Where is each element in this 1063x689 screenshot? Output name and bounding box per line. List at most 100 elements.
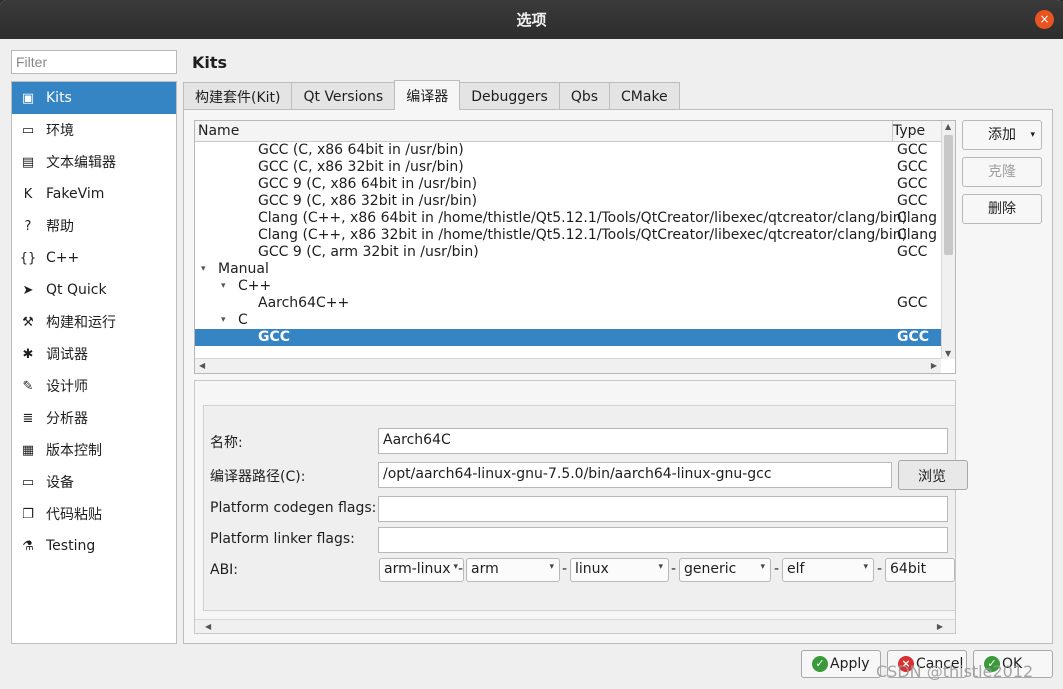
detail-horizontal-scrollbar[interactable]: ◀ ▶ — [195, 619, 955, 633]
scroll-left-icon[interactable]: ◀ — [199, 361, 205, 370]
abi-combo[interactable]: arm-linux ▾ — [379, 558, 464, 582]
tree-row-name: C — [238, 312, 248, 328]
sidebar-item[interactable]: K FakeVim — [12, 178, 176, 210]
tree-row[interactable]: Clang (C++, x86 32bit in /home/thistle/Q… — [195, 227, 941, 244]
compiler-tree: Name Type GCC (C, x86 64bit in /usr/bin)… — [194, 120, 956, 374]
tree-row-type: Clang — [897, 227, 938, 243]
tree-header: Name Type — [195, 121, 941, 142]
version-control-icon: ▦ — [21, 442, 35, 458]
apply-button[interactable]: ✓ Apply — [801, 650, 881, 678]
linker-flags-field[interactable] — [378, 527, 948, 553]
page-title: Kits — [192, 53, 228, 72]
sidebar-item[interactable]: ▦ 版本控制 — [12, 434, 176, 466]
tree-row[interactable]: Clang (C++, x86 64bit in /home/thistle/Q… — [195, 210, 941, 227]
close-icon[interactable]: × — [1035, 10, 1054, 29]
tab[interactable]: Qbs — [558, 82, 611, 110]
tab[interactable]: Qt Versions — [291, 82, 396, 110]
abi-combo[interactable]: arm ▾ — [466, 558, 560, 582]
abi-combo[interactable]: 64bit — [885, 558, 955, 582]
tree-horizontal-scrollbar[interactable]: ◀ ▶ — [195, 358, 941, 373]
sidebar-item[interactable]: ▭ 环境 — [12, 114, 176, 146]
tree-row-name: Clang (C++, x86 32bit in /home/thistle/Q… — [258, 227, 908, 243]
tree-row-name: Clang (C++, x86 64bit in /home/thistle/Q… — [258, 210, 908, 226]
abi-combo-value: 64bit — [890, 561, 927, 577]
abi-combo[interactable]: linux ▾ — [570, 558, 669, 582]
tab[interactable]: CMake — [609, 82, 680, 110]
sidebar-item-label: 代码粘贴 — [46, 507, 102, 523]
tree-row[interactable]: GCC (C, x86 64bit in /usr/bin) GCC — [195, 142, 941, 159]
compiler-path-field[interactable]: /opt/aarch64-linux-gnu-7.5.0/bin/aarch64… — [378, 462, 892, 488]
check-icon: ✓ — [812, 656, 828, 672]
clone-button[interactable]: 克隆 — [962, 157, 1042, 187]
sidebar-item-label: Kits — [46, 90, 72, 106]
abi-combo-value: arm-linux — [384, 561, 451, 577]
bug-icon: ✱ — [22, 346, 34, 362]
scroll-down-icon[interactable]: ▼ — [945, 349, 951, 358]
tree-row[interactable]: Aarch64C++ GCC — [195, 295, 941, 312]
sidebar-item[interactable]: ➤ Qt Quick — [12, 274, 176, 306]
tree-row-type: Clang — [897, 210, 938, 226]
abi-combo[interactable]: elf ▾ — [782, 558, 874, 582]
sidebar-item[interactable]: ? 帮助 — [12, 210, 176, 242]
expand-arrow-icon[interactable]: ▾ — [201, 261, 206, 278]
tree-row[interactable]: GCC GCC — [195, 329, 941, 346]
sidebar-item[interactable]: ✎ 设计师 — [12, 370, 176, 402]
tree-row[interactable]: ▾ C — [195, 312, 941, 329]
sidebar-item[interactable]: ≣ 分析器 — [12, 402, 176, 434]
codegen-flags-field[interactable] — [378, 496, 948, 522]
sidebar-item[interactable]: ❐ 代码粘贴 — [12, 498, 176, 530]
scroll-up-icon[interactable]: ▲ — [945, 122, 951, 131]
sidebar-item-label: Qt Quick — [46, 282, 107, 298]
sidebar-item[interactable]: ⚗ Testing — [12, 530, 176, 562]
tree-row[interactable]: ▾ C++ — [195, 278, 941, 295]
sidebar-item-label: 设备 — [46, 475, 74, 491]
tree-row[interactable]: GCC (C, x86 32bit in /usr/bin) GCC — [195, 159, 941, 176]
abi-combo[interactable]: generic ▾ — [679, 558, 771, 582]
add-button[interactable]: 添加 ▾ — [962, 120, 1042, 150]
abi-separator: - — [562, 561, 568, 577]
remove-button[interactable]: 删除 — [962, 194, 1042, 224]
browse-button[interactable]: 浏览 — [898, 460, 968, 490]
tab[interactable]: 构建套件(Kit) — [183, 82, 293, 110]
fakevim-icon: K — [23, 186, 33, 202]
tree-row-name: GCC (C, x86 32bit in /usr/bin) — [258, 159, 464, 175]
scroll-thumb[interactable] — [944, 135, 953, 255]
sidebar-item[interactable]: ✱ 调试器 — [12, 338, 176, 370]
filter-input[interactable] — [11, 50, 177, 74]
tree-row-type: GCC — [897, 176, 928, 192]
name-field[interactable]: Aarch64C — [378, 428, 948, 454]
sidebar-item-label: 帮助 — [46, 219, 74, 235]
sidebar-item[interactable]: ⚒ 构建和运行 — [12, 306, 176, 338]
tree-vertical-scrollbar[interactable]: ▲ ▼ — [941, 121, 955, 359]
sidebar-item[interactable]: ▭ 设备 — [12, 466, 176, 498]
expand-arrow-icon[interactable]: ▾ — [221, 278, 226, 295]
tab[interactable]: Debuggers — [459, 82, 560, 110]
chevron-down-icon: ▾ — [760, 562, 765, 572]
tree-row[interactable]: ▾ Manual — [195, 261, 941, 278]
tree-row-name: GCC — [258, 329, 291, 345]
hammer-icon: ⚒ — [22, 314, 34, 330]
pencil-icon: ✎ — [22, 378, 34, 394]
sidebar-item[interactable]: ▣ Kits — [12, 82, 176, 114]
sidebar-item[interactable]: ▤ 文本编辑器 — [12, 146, 176, 178]
column-header-type[interactable]: Type — [893, 123, 925, 139]
tab[interactable]: 编译器 — [394, 80, 461, 110]
tree-row[interactable]: GCC 9 (C, arm 32bit in /usr/bin) GCC — [195, 244, 941, 261]
expand-arrow-icon[interactable]: ▾ — [221, 312, 226, 329]
sidebar-item-label: 设计师 — [46, 379, 88, 395]
abi-combo-value: elf — [787, 561, 805, 577]
analyzer-icon: ≣ — [22, 410, 34, 426]
tree-row[interactable]: GCC 9 (C, x86 64bit in /usr/bin) GCC — [195, 176, 941, 193]
sidebar-item[interactable]: {} C++ — [12, 242, 176, 274]
abi-combo-value: generic — [684, 561, 737, 577]
scroll-right-icon[interactable]: ▶ — [937, 622, 943, 631]
device-icon: ▭ — [21, 474, 35, 490]
watermark: CSDN @thistle2012 — [876, 662, 1034, 681]
scroll-right-icon[interactable]: ▶ — [931, 361, 937, 370]
abi-combo-value: arm — [471, 561, 499, 577]
column-header-name[interactable]: Name — [198, 123, 239, 139]
scroll-left-icon[interactable]: ◀ — [205, 622, 211, 631]
tree-row[interactable]: GCC 9 (C, x86 32bit in /usr/bin) GCC — [195, 193, 941, 210]
tree-row-type: GCC — [897, 159, 928, 175]
tree-row-type: GCC — [897, 295, 928, 311]
